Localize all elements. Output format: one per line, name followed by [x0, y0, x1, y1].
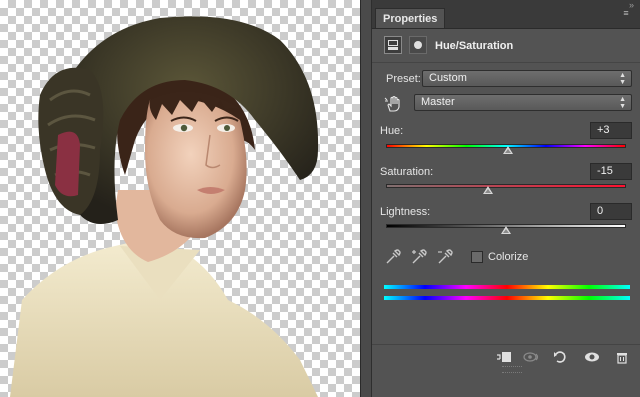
mask-icon[interactable] [409, 36, 427, 54]
dropdown-arrows-icon: ▲ ▼ [619, 96, 626, 110]
saturation-label: Saturation: [380, 166, 434, 178]
visibility-eye-icon[interactable] [584, 350, 600, 364]
dropdown-arrows-icon: ▲ ▼ [619, 72, 626, 86]
panel-tabbar: » Properties ≡ [372, 0, 640, 29]
portrait-photo [10, 16, 319, 397]
tab-properties[interactable]: Properties [375, 8, 446, 28]
lightness-label: Lightness: [380, 206, 431, 218]
preset-label: Preset: [386, 73, 421, 85]
channel-dropdown[interactable]: Master ▲ ▼ [414, 94, 632, 111]
resize-grip[interactable] [502, 366, 522, 373]
reset-icon[interactable] [552, 350, 568, 364]
hue-sat-layer-icon[interactable] [384, 36, 402, 54]
adjustment-header: Hue/Saturation [372, 30, 640, 63]
preset-value: Custom [429, 72, 467, 84]
channel-value: Master [421, 96, 455, 108]
view-previous-icon[interactable] [522, 350, 539, 364]
eyedropper-minus-icon[interactable] [436, 248, 454, 266]
panel-divider[interactable] [360, 0, 372, 397]
panel-menu-icon[interactable]: ≡ [618, 6, 634, 20]
input-spectrum-bar [384, 285, 630, 289]
saturation-input[interactable]: -15 [590, 163, 632, 180]
saturation-slider-thumb[interactable] [483, 186, 493, 194]
lightness-input[interactable]: 0 [590, 203, 632, 220]
hue-input[interactable]: +3 [590, 122, 632, 139]
output-spectrum-bar [384, 296, 630, 300]
colorize-checkbox[interactable] [471, 251, 483, 263]
hue-slider-thumb[interactable] [503, 146, 513, 154]
colorize-label: Colorize [488, 251, 529, 263]
document-canvas[interactable] [0, 0, 360, 397]
adjustment-title: Hue/Saturation [435, 40, 514, 52]
lightness-slider-thumb[interactable] [501, 226, 511, 234]
clip-to-layer-icon[interactable] [496, 350, 512, 364]
eyedropper-icon[interactable] [384, 248, 402, 266]
trash-icon[interactable] [614, 350, 630, 364]
properties-panel: » Properties ≡ Hue/Saturation Preset: Cu… [372, 0, 640, 397]
on-image-adjust-icon[interactable] [384, 95, 404, 113]
preset-dropdown[interactable]: Custom ▲ ▼ [422, 70, 632, 87]
hue-label: Hue: [380, 125, 404, 137]
saturation-slider-track[interactable] [386, 184, 626, 188]
eyedropper-plus-icon[interactable] [410, 248, 428, 266]
